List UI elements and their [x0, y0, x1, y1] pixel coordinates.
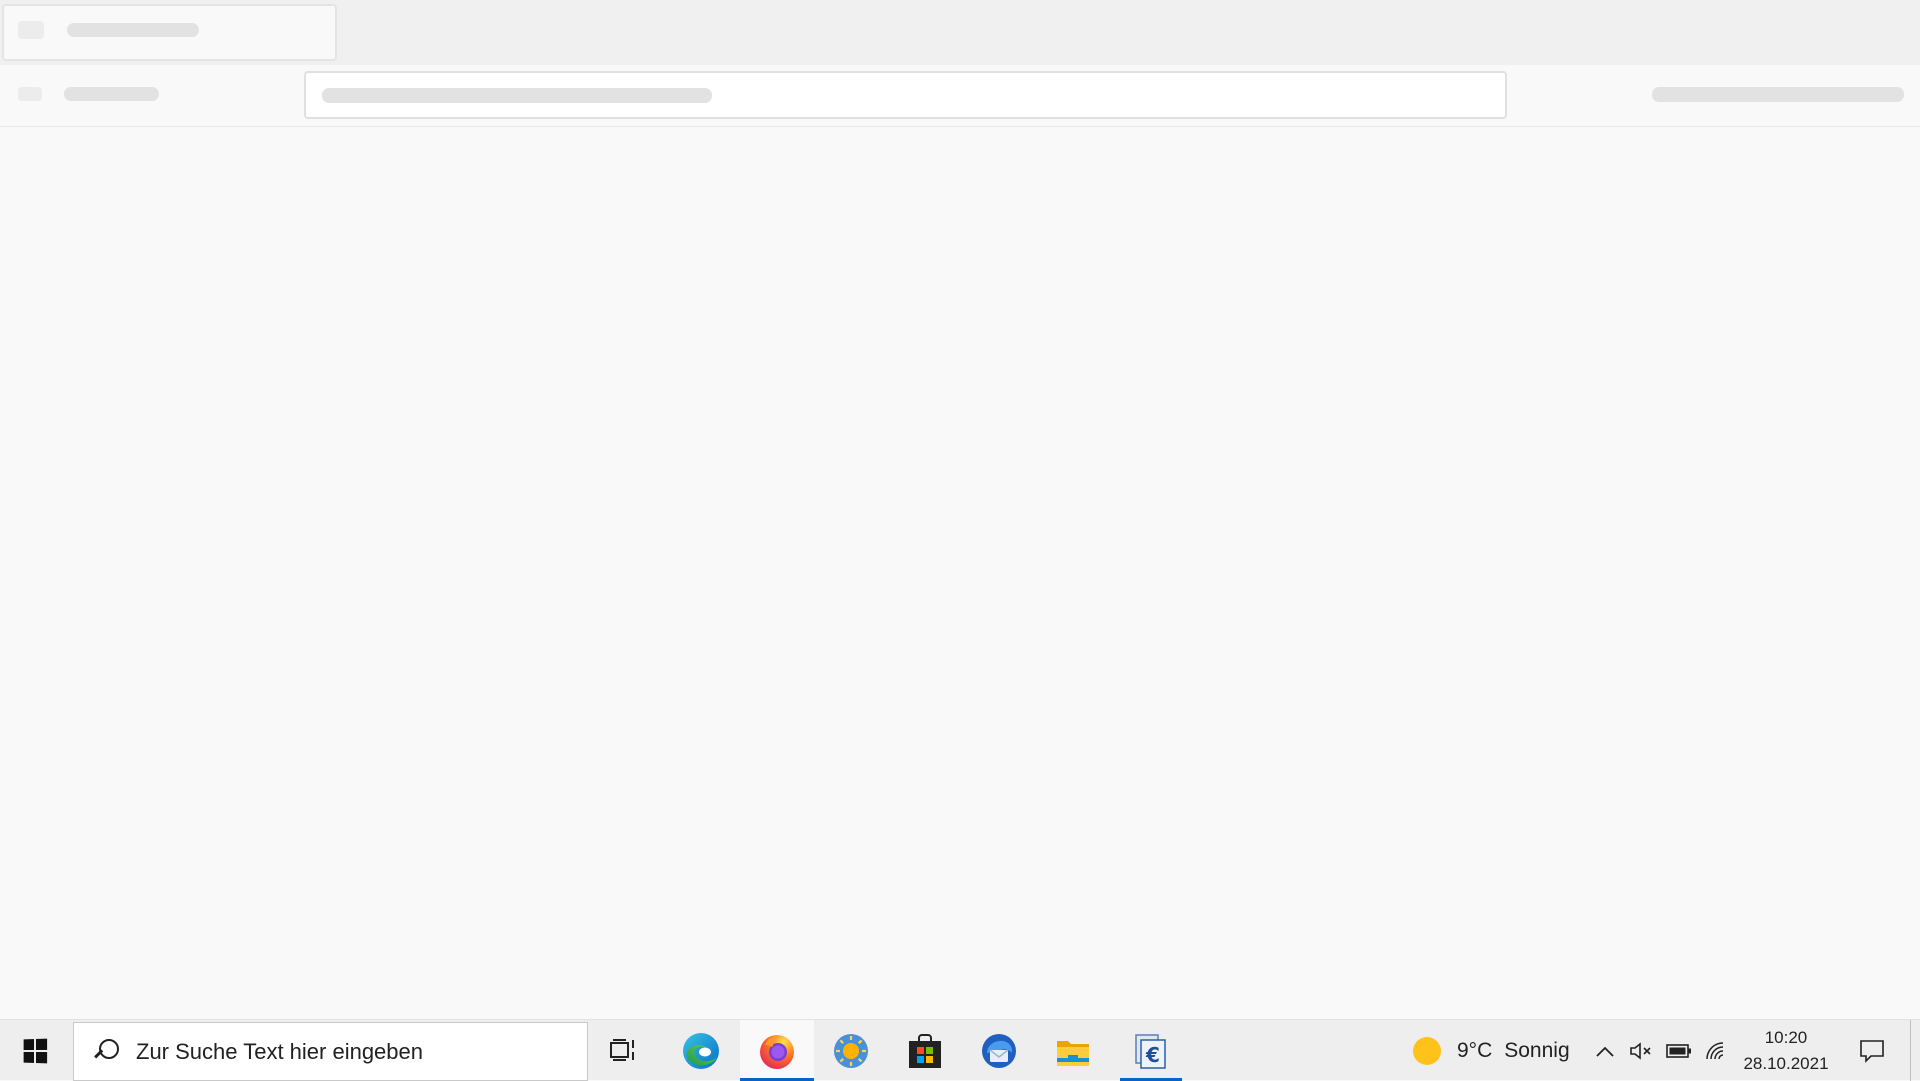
taskbar-clock[interactable]: 10:20 28.10.2021: [1733, 1020, 1839, 1081]
taskbar-app-store[interactable]: [888, 1020, 962, 1081]
battery-icon: [1666, 1043, 1691, 1058]
wifi-icon: [1706, 1041, 1724, 1059]
thunderbird-icon: [982, 1033, 1016, 1068]
taskbar: Zur Suche Text hier eingeben € 9°C Sonni…: [0, 1019, 1920, 1081]
folder-icon: [1057, 1040, 1089, 1066]
chevron-up-icon: [1596, 1046, 1614, 1057]
tab-favicon-placeholder: [18, 21, 44, 39]
battery-button[interactable]: [1664, 1020, 1694, 1081]
speaker-muted-icon: [1630, 1041, 1651, 1060]
sun-app-icon: [834, 1033, 868, 1068]
nav-button-placeholder: [18, 87, 42, 101]
search-icon: [92, 1037, 122, 1067]
weather-condition: Sonnig: [1504, 1038, 1570, 1062]
notification-icon: [1860, 1039, 1884, 1063]
clock-date: 28.10.2021: [1743, 1053, 1829, 1073]
tab-title-placeholder: [67, 23, 199, 37]
taskbar-app-firefox[interactable]: [740, 1020, 814, 1081]
clock-time: 10:20: [1764, 1027, 1808, 1047]
show-hidden-icons-button[interactable]: [1594, 1020, 1616, 1081]
action-center-button[interactable]: [1854, 1020, 1890, 1081]
start-button[interactable]: [0, 1020, 70, 1081]
svg-text:€: €: [1145, 1043, 1160, 1067]
firefox-icon: [760, 1034, 794, 1069]
windows-logo-icon: [23, 1038, 48, 1063]
browser-tab[interactable]: [2, 4, 337, 61]
address-bar[interactable]: [304, 71, 1507, 119]
taskbar-app-edge[interactable]: [664, 1020, 738, 1081]
taskbar-app-thunderbird[interactable]: [962, 1020, 1036, 1081]
task-view-icon: [610, 1038, 634, 1061]
sun-icon: [1413, 1036, 1441, 1065]
nav-label-placeholder: [64, 87, 159, 101]
taskbar-app-finance[interactable]: €: [1120, 1020, 1182, 1081]
browser-toolbar: [0, 65, 1920, 127]
euro-document-icon: €: [1135, 1033, 1166, 1069]
volume-button[interactable]: [1628, 1020, 1654, 1081]
network-button[interactable]: [1703, 1020, 1729, 1081]
taskbar-app-explorer[interactable]: [1036, 1020, 1110, 1081]
taskbar-app-sun[interactable]: [814, 1020, 888, 1081]
address-text-placeholder: [322, 88, 712, 103]
weather-widget[interactable]: 9°C Sonnig: [1413, 1020, 1575, 1081]
task-view-button[interactable]: [593, 1020, 655, 1081]
taskbar-search-box[interactable]: Zur Suche Text hier eingeben: [73, 1022, 588, 1081]
browser-tabstrip: [0, 0, 1920, 65]
store-icon: [909, 1033, 941, 1068]
edge-icon: [683, 1032, 719, 1069]
toolbar-right-placeholder: [1652, 87, 1904, 102]
show-desktop-button[interactable]: [1910, 1020, 1920, 1081]
page-content-area: [0, 128, 1920, 1019]
weather-temperature: 9°C: [1457, 1038, 1493, 1062]
search-placeholder: Zur Suche Text hier eingeben: [136, 1038, 423, 1064]
